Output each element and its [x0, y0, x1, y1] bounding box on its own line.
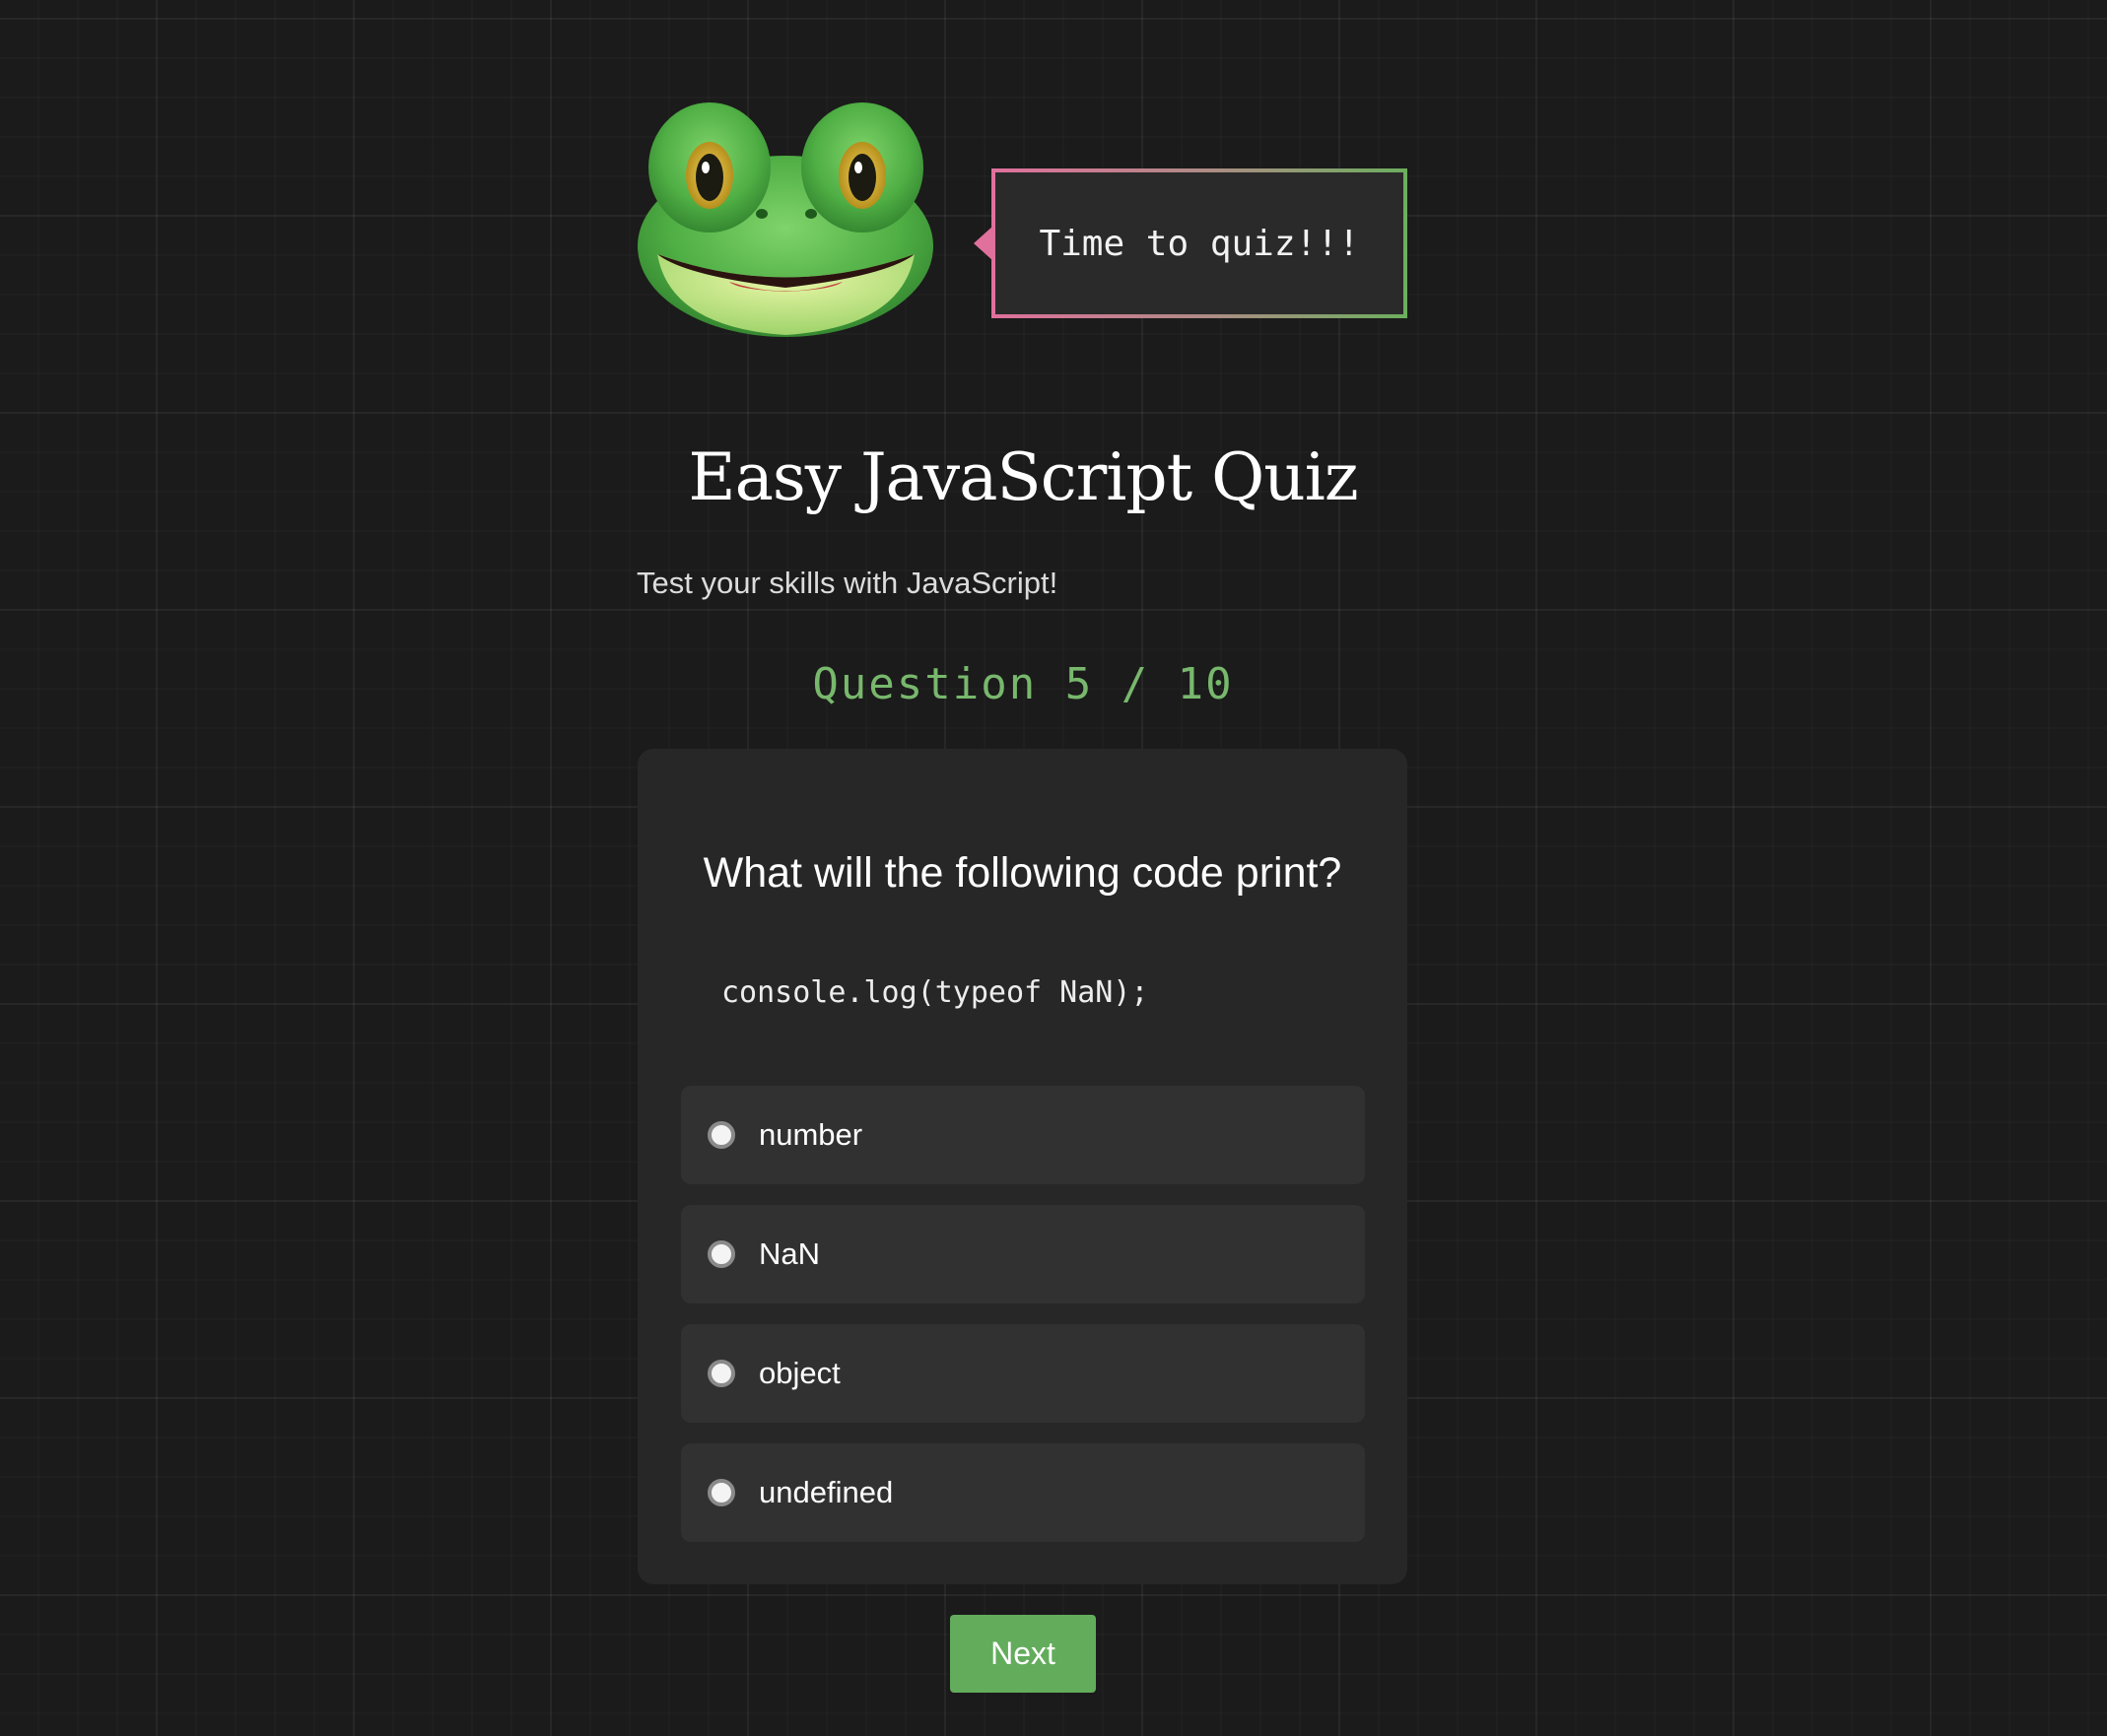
answer-option[interactable]: number	[681, 1086, 1365, 1184]
page-title: Easy JavaScript Quiz	[688, 439, 1358, 515]
answer-option[interactable]: object	[681, 1324, 1365, 1423]
answer-label: number	[759, 1117, 863, 1152]
speech-bubble: Time to quiz!!!	[991, 168, 1407, 318]
question-card: What will the following code print? cons…	[638, 749, 1407, 1584]
answer-label: NaN	[759, 1236, 821, 1271]
radio-button[interactable]	[708, 1479, 735, 1506]
question-counter: Question 5 / 10	[812, 659, 1234, 709]
speech-text: Time to quiz!!!	[1039, 223, 1360, 264]
answer-label: object	[759, 1356, 841, 1390]
next-button[interactable]: Next	[950, 1615, 1096, 1693]
frog-icon	[636, 99, 936, 340]
code-snippet: console.log(typeof NaN);	[721, 975, 1149, 1010]
radio-button[interactable]	[708, 1240, 735, 1268]
radio-button[interactable]	[708, 1121, 735, 1149]
answer-options: number NaN object undefined	[681, 1086, 1365, 1563]
speech-bubble-tail	[974, 226, 993, 261]
radio-button[interactable]	[708, 1360, 735, 1387]
question-prompt: What will the following code print?	[703, 849, 1342, 897]
page-subtitle: Test your skills with JavaScript!	[637, 566, 1058, 600]
answer-option[interactable]: undefined	[681, 1443, 1365, 1542]
answer-label: undefined	[759, 1475, 894, 1509]
answer-option[interactable]: NaN	[681, 1205, 1365, 1303]
